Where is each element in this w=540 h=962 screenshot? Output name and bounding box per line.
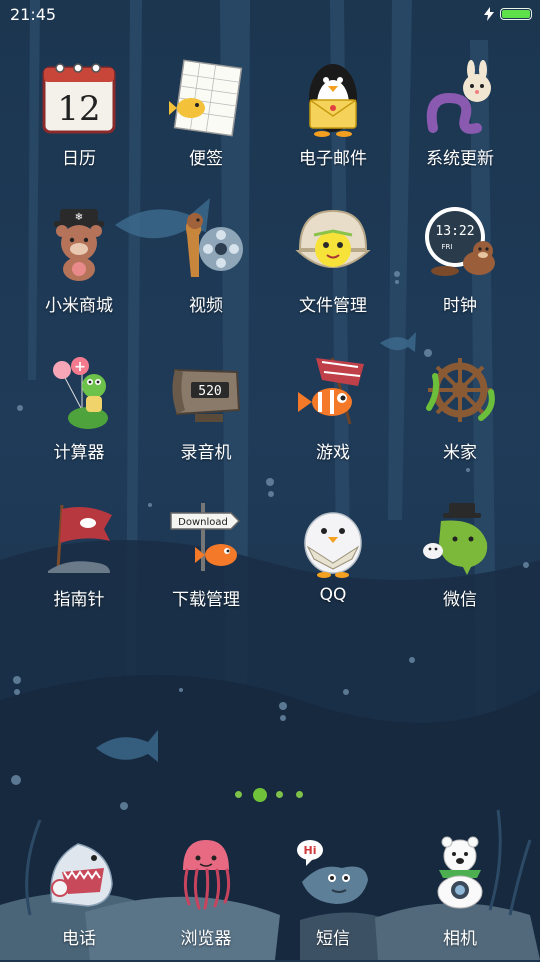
- app-label: 时钟: [443, 296, 477, 316]
- clock-day: FRI: [442, 243, 453, 251]
- app-compass[interactable]: 指南针: [19, 499, 139, 629]
- status-bar: 21:45: [0, 0, 540, 32]
- notes-icon: [169, 59, 243, 137]
- app-label: 微信: [443, 590, 477, 610]
- file-manager-icon: [295, 209, 371, 268]
- qq-icon: [304, 512, 362, 578]
- mi-store-icon: ❄: [54, 209, 104, 281]
- status-time: 21:45: [10, 5, 57, 24]
- app-download-manager[interactable]: Download 下载管理: [146, 499, 266, 629]
- app-wechat[interactable]: 微信: [400, 499, 520, 629]
- phone-icon: [50, 843, 113, 907]
- app-mijia[interactable]: 米家: [400, 352, 520, 482]
- system-update-icon: [426, 60, 491, 134]
- page-dot[interactable]: [276, 791, 283, 798]
- app-label: 日历: [62, 149, 96, 169]
- page-dot[interactable]: [235, 791, 242, 798]
- app-calendar[interactable]: 12 日历: [19, 58, 139, 188]
- app-label: 视频: [189, 296, 223, 316]
- app-recorder[interactable]: 520 录音机: [146, 352, 266, 482]
- svg-text:❄: ❄: [75, 212, 83, 223]
- dock-app-messages[interactable]: Hi 短信: [273, 832, 393, 962]
- compass-icon: [48, 504, 112, 573]
- download-sign-text: Download: [178, 517, 228, 528]
- app-label: 指南针: [53, 590, 105, 610]
- app-label: QQ: [319, 585, 347, 605]
- page-indicator[interactable]: [0, 788, 540, 802]
- app-label: 录音机: [180, 443, 232, 463]
- app-mi-store[interactable]: ❄ 小米商城: [19, 205, 139, 335]
- download-manager-icon: Download: [170, 503, 241, 571]
- app-label: 米家: [443, 443, 477, 463]
- app-label: 便签: [189, 149, 223, 169]
- email-icon: [309, 64, 357, 137]
- app-file-manager[interactable]: 文件管理: [273, 205, 393, 335]
- game-icon: [298, 357, 364, 425]
- clock-time: 13:22: [435, 224, 474, 239]
- dock-app-browser[interactable]: 浏览器: [146, 832, 266, 962]
- calendar-icon: 12: [42, 63, 116, 134]
- app-label: 计算器: [53, 443, 105, 463]
- page-dot[interactable]: [296, 791, 303, 798]
- app-label: 电子邮件: [299, 149, 367, 169]
- dock-app-camera[interactable]: 相机: [400, 832, 520, 962]
- calendar-date: 12: [57, 89, 100, 129]
- browser-icon: [183, 840, 231, 910]
- app-label: 小米商城: [45, 296, 113, 316]
- app-notes[interactable]: 便签: [146, 58, 266, 188]
- app-label: 文件管理: [299, 296, 367, 316]
- app-label: 浏览器: [180, 929, 232, 949]
- status-indicators: [484, 7, 532, 21]
- app-label: 电话: [62, 929, 96, 949]
- message-bubble-text: Hi: [304, 844, 317, 857]
- wechat-icon: [423, 503, 488, 575]
- recorder-counter: 520: [198, 384, 221, 399]
- app-label: 短信: [316, 929, 350, 949]
- charging-bolt-icon: [484, 7, 494, 21]
- app-email[interactable]: 电子邮件: [273, 58, 393, 188]
- app-calculator[interactable]: + 计算器: [19, 352, 139, 482]
- video-icon: [186, 213, 243, 277]
- app-clock[interactable]: 13:22 FRI 时钟: [400, 205, 520, 335]
- app-label: 下载管理: [172, 590, 240, 610]
- recorder-icon: 520: [172, 368, 241, 422]
- dock-app-phone[interactable]: 电话: [19, 832, 139, 962]
- app-system-update[interactable]: 系统更新: [400, 58, 520, 188]
- calculator-icon: +: [53, 357, 108, 429]
- battery-level-fill: [502, 10, 530, 18]
- app-game[interactable]: 游戏: [273, 352, 393, 482]
- app-video[interactable]: 视频: [146, 205, 266, 335]
- page-dot-active[interactable]: [253, 788, 267, 802]
- mijia-icon: [426, 358, 495, 422]
- camera-icon: [437, 836, 483, 909]
- app-label: 游戏: [316, 443, 350, 463]
- battery-icon: [500, 8, 532, 20]
- app-label: 相机: [443, 929, 477, 949]
- app-qq[interactable]: QQ: [273, 499, 393, 629]
- messages-icon: Hi: [297, 840, 368, 904]
- svg-text:+: +: [74, 359, 86, 375]
- app-label: 系统更新: [426, 149, 494, 169]
- clock-icon: 13:22 FRI: [425, 207, 495, 276]
